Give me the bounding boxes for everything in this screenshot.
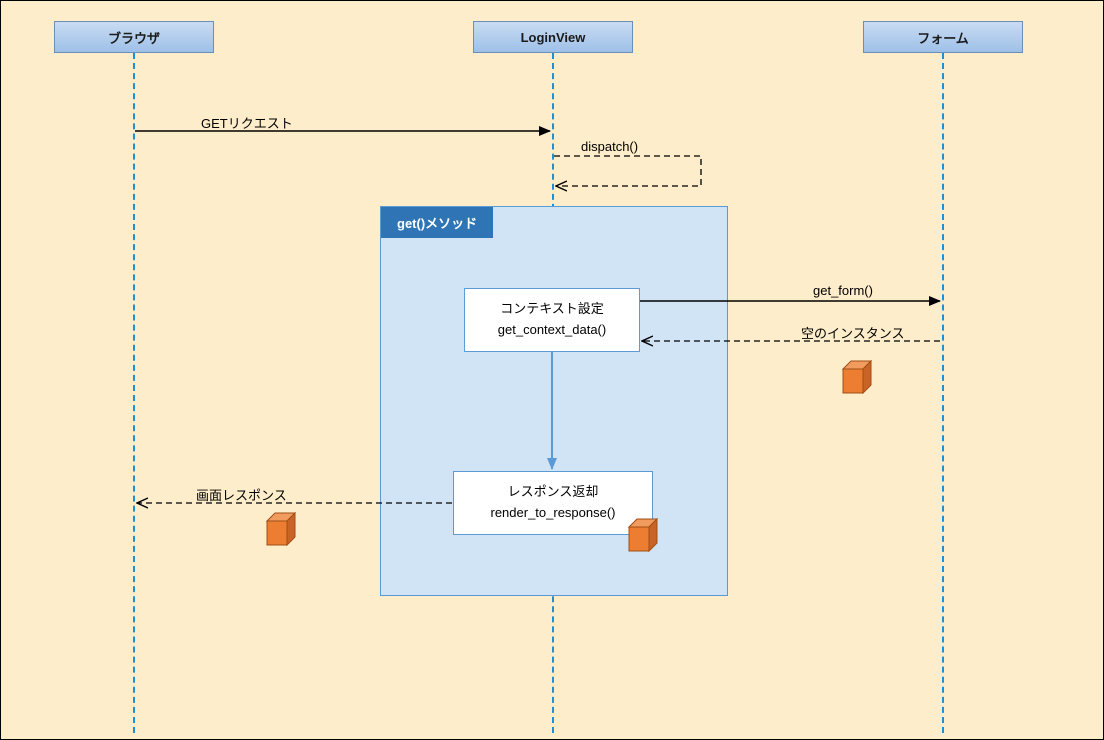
participant-label: フォーム [917,28,969,47]
box-render: レスポンス返却 render_to_response() [453,471,653,535]
label-dispatch: dispatch() [581,139,638,154]
participant-browser: ブラウザ [54,21,214,53]
participant-label: ブラウザ [108,28,160,47]
box-context: コンテキスト設定 get_context_data() [464,288,640,352]
box-title: レスポンス返却 [508,482,599,503]
label-get-form: get_form() [813,283,873,298]
participant-label: LoginView [521,30,586,45]
object-icon [839,357,879,397]
participant-loginview: LoginView [473,21,633,53]
frame-get-method: get()メソッド [380,206,728,596]
label-get-request: GETリクエスト [201,113,293,132]
participant-form: フォーム [863,21,1023,53]
label-empty-instance: 空のインスタンス [801,323,904,342]
box-method: get_context_data() [498,320,606,341]
object-icon [263,509,303,549]
frame-title: get()メソッド [381,207,493,238]
box-title: コンテキスト設定 [500,299,604,320]
object-icon [625,515,665,555]
lifeline-form [942,53,944,733]
lifeline-browser [133,53,135,733]
sequence-diagram: ブラウザ LoginView フォーム get()メソッド コンテキスト設定 g… [0,0,1104,740]
label-screen-response: 画面レスポンス [196,485,287,504]
box-method: render_to_response() [490,503,615,524]
